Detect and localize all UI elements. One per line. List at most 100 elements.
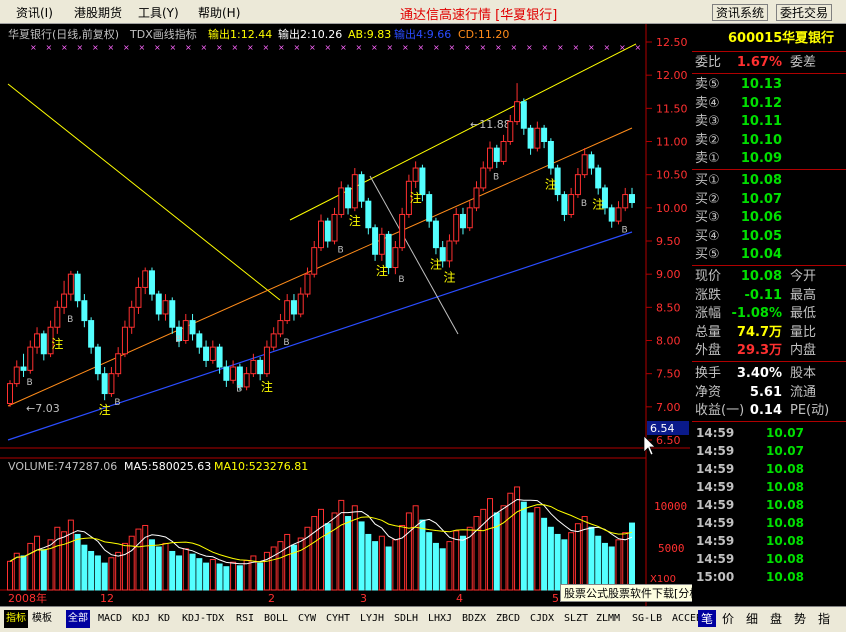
b-marker: B	[67, 315, 73, 325]
volume-bar	[601, 542, 608, 591]
volume-bar	[561, 539, 568, 591]
quote-row: 现价 10.08 今开	[692, 268, 846, 286]
date-label-2: 2	[268, 592, 275, 605]
detail-tab[interactable]: 指	[818, 610, 830, 627]
candle-body	[297, 293, 304, 315]
buy-level-label: 买④	[695, 228, 720, 244]
volume-bar	[311, 516, 318, 591]
signal-x-marker: ×	[480, 43, 487, 52]
detail-tab[interactable]: 细	[746, 610, 758, 627]
menu-hk-futures[interactable]: 港股期货	[74, 4, 122, 21]
commission-trade-button[interactable]: 委托交易	[776, 4, 833, 21]
fund-row-value: 0.14	[749, 403, 782, 419]
candle-body	[378, 233, 385, 255]
volume-bar	[351, 505, 358, 591]
webi-label: 委比	[695, 55, 722, 70]
signal-x-marker: ×	[573, 43, 580, 52]
indicator-tab[interactable]: CJDX	[530, 610, 554, 628]
volume-bar	[189, 553, 196, 591]
indicator-tab[interactable]: KDJ-TDX	[182, 610, 224, 628]
signal-x-marker: ×	[464, 43, 471, 52]
menu-info[interactable]: 资讯(I)	[16, 4, 53, 21]
price-tick-label: 11.00	[656, 136, 688, 149]
indicator-tab[interactable]: LYJH	[360, 610, 384, 628]
candle-body	[54, 306, 61, 328]
indicator-tab[interactable]: RSI	[236, 610, 254, 628]
candle-body	[426, 194, 433, 222]
volume-bar	[419, 519, 426, 591]
signal-x-marker: ×	[511, 43, 518, 52]
fund-row-right: 股本	[790, 366, 817, 381]
kline-chart[interactable]: 华夏银行(日线,前复权) TDX画线指标 输出1:12.44 输出2:10.26…	[0, 24, 690, 606]
candle-body	[182, 320, 189, 342]
divider	[692, 421, 846, 422]
detail-tab[interactable]: 势	[794, 610, 806, 627]
price-tick-label: 6.50	[656, 434, 681, 447]
tick-price: 10.08	[766, 516, 804, 530]
buy-level-label: 买①	[695, 173, 720, 188]
indicator-tab[interactable]: 全部	[66, 610, 90, 628]
candle-body	[629, 194, 635, 204]
signal-x-marker: ×	[495, 43, 502, 52]
candle-body	[412, 167, 419, 182]
indicator-tab[interactable]: KDJ	[132, 610, 150, 628]
indicator-tab[interactable]: ZLMM	[596, 610, 620, 628]
volume-bar	[223, 566, 230, 591]
indicator-tab[interactable]: SG-LB	[632, 610, 662, 628]
buy-level: 买② 10.07	[692, 191, 846, 209]
indicator-tab[interactable]: SLZT	[564, 610, 588, 628]
candle-body	[189, 320, 196, 335]
candle-body	[142, 270, 149, 288]
volume-bar	[88, 550, 95, 591]
volume-bar	[331, 512, 338, 591]
quote-row-value: -0.11	[744, 287, 782, 303]
signal-x-marker: ×	[30, 43, 37, 52]
volume-bar	[358, 521, 365, 591]
sell-level-label: 卖③	[695, 114, 720, 130]
detail-tab[interactable]: 价	[722, 610, 734, 627]
volume-bar	[277, 541, 284, 591]
volume-bar	[182, 548, 189, 591]
indicator-tab[interactable]: CYHT	[326, 610, 350, 628]
detail-tab[interactable]: 笔	[698, 610, 717, 627]
tick-time: 14:59	[696, 480, 735, 494]
stock-tag: [华夏银行]	[495, 8, 558, 23]
indicator-tab[interactable]: LHXJ	[428, 610, 452, 628]
volume-bar	[412, 505, 419, 591]
quote-row: 外盘 29.3万 内盘	[692, 342, 846, 360]
indicator-tab[interactable]: SDLH	[394, 610, 418, 628]
fund-row-value: 3.40%	[736, 366, 782, 381]
quote-row-value: 29.3万	[736, 343, 782, 359]
candle-body	[480, 167, 487, 189]
indicator-tab[interactable]: 模板	[32, 610, 52, 628]
indicator-tab[interactable]: MACD	[98, 610, 122, 628]
quote-row: 总量 74.7万 量比	[692, 324, 846, 342]
indicator-tab[interactable]: BDZX	[462, 610, 486, 628]
volume-bar	[405, 512, 412, 591]
candle-body	[34, 333, 41, 348]
b-marker: B	[398, 275, 404, 285]
info-system-button[interactable]: 资讯系统	[712, 4, 769, 21]
indicator-tab[interactable]: ZBCD	[496, 610, 520, 628]
signal-x-marker: ×	[557, 43, 564, 52]
indicator-tab[interactable]: KD	[158, 610, 170, 628]
quote-row-label: 现价	[695, 269, 722, 284]
signal-x-marker: ×	[108, 43, 115, 52]
detail-tab[interactable]: 盘	[770, 610, 782, 627]
candle-body	[115, 353, 122, 375]
indicator-tab[interactable]: CYW	[298, 610, 316, 628]
fund-row-value: 5.61	[749, 384, 782, 400]
candle-body	[223, 366, 230, 381]
b-marker: B	[236, 385, 242, 395]
menu-tools[interactable]: 工具(Y)	[138, 4, 179, 21]
signal-x-marker: ×	[232, 43, 239, 52]
quote-row-label: 外盘	[695, 343, 722, 359]
tick-time: 14:59	[696, 462, 735, 476]
volume-bar	[81, 544, 88, 591]
indicator-tab[interactable]: BOLL	[264, 610, 288, 628]
quote-title: 600015 华夏银行	[692, 30, 846, 48]
fund-row-right: 流通	[790, 384, 817, 400]
indicator-tab[interactable]: 指标	[4, 610, 28, 628]
menu-help[interactable]: 帮助(H)	[198, 4, 240, 21]
indicator-tabbar: 指标 模板 全部 MACD KDJ KD KDJ-TDX RSI BOLL CYW CYHT LYJH…	[0, 606, 846, 632]
